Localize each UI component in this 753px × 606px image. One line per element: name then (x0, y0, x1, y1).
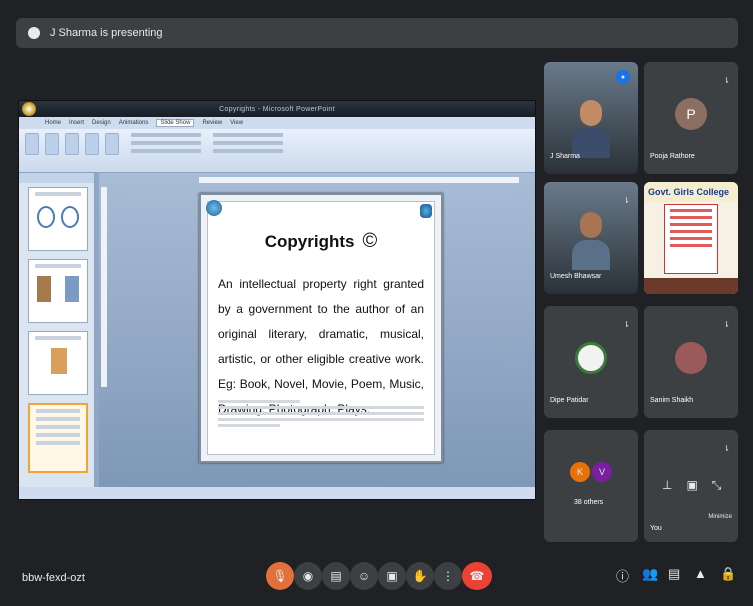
college-logo-icon (206, 200, 222, 216)
mic-muted-icon: ⇂ (723, 76, 730, 85)
current-slide: Copyrights © An intellectual property rig… (199, 193, 443, 463)
ppt-tab: Insert (69, 120, 85, 126)
mic-muted-icon: ⇂ (623, 196, 630, 205)
slide-thumbnail-selected (28, 403, 88, 473)
captions-icon: ▤ (330, 569, 342, 583)
horizontal-ruler (199, 177, 519, 183)
people-button[interactable]: 👥 (642, 566, 658, 582)
others-avatars: K V (570, 462, 612, 482)
emoji-button[interactable]: ☺ (350, 562, 378, 590)
participant-avatar (575, 342, 607, 374)
present-icon: ▣ (386, 569, 398, 583)
mic-muted-icon: ⇂ (723, 444, 730, 453)
participant-tile[interactable]: ● J Sharma (544, 62, 638, 174)
participant-poster: Govt. Girls College (644, 182, 738, 294)
camera-button[interactable]: ◉ (294, 562, 322, 590)
slide-thumbnail (28, 187, 88, 251)
ppt-tab: Animations (118, 120, 149, 126)
slide-thumbnail (28, 331, 88, 395)
present-button[interactable]: ▣ (378, 562, 406, 590)
participant-video (572, 100, 610, 158)
ppt-tab-active: Slide Show (156, 119, 195, 127)
slide-title: Copyrights © (264, 230, 378, 252)
slide-thumbnail (28, 259, 88, 323)
mic-icon: 🎙 (272, 569, 288, 583)
self-tile[interactable]: ⇂ ⊥ ▣ ⤡ Minimize You (644, 430, 738, 542)
shared-screen[interactable]: Copyrights - Microsoft PowerPoint Home I… (18, 100, 536, 500)
ppt-tab: Review (202, 120, 223, 126)
ribbon-button-icon (25, 133, 39, 155)
thumbnails-tabs (19, 173, 94, 183)
mic-muted-icon: ⇂ (723, 320, 730, 329)
more-options-button[interactable]: ⋮ (434, 562, 462, 590)
slide-thumbnails-pane (19, 173, 95, 487)
participant-tile[interactable]: ⇂ P Pooja Rathore (644, 62, 738, 174)
minimize-label: Minimize (708, 514, 732, 520)
hand-icon: ✋ (412, 569, 428, 583)
camera-icon: ◉ (302, 569, 314, 583)
ribbon-button-icon (65, 133, 79, 155)
speaking-indicator-icon: ● (616, 70, 630, 84)
ppt-window-title: Copyrights - Microsoft PowerPoint (219, 105, 335, 113)
slide-editor: Copyrights © An intellectual property rig… (99, 173, 535, 487)
participant-avatar: K (570, 462, 590, 482)
slide-footnote (218, 400, 424, 430)
presenter-avatar-icon (28, 27, 40, 39)
office-button-icon (22, 102, 36, 116)
participant-avatar (675, 342, 707, 374)
self-tile-actions: ⊥ ▣ ⤡ (662, 478, 721, 493)
others-tile[interactable]: K V 38 others (544, 430, 638, 542)
pin-icon[interactable]: ⊥ (662, 478, 672, 493)
participant-tile[interactable]: ⇂ Sanim Shaikh (644, 306, 738, 418)
meeting-code: bbw-fexd-ozt (22, 572, 85, 584)
participant-avatar: V (592, 462, 612, 482)
ppt-tab: Design (92, 120, 111, 126)
mic-button[interactable]: 🎙 (266, 562, 294, 590)
participant-tile[interactable]: ⇂ Umesh Bhawsar (544, 182, 638, 294)
frame-icon[interactable]: ▣ (686, 478, 697, 493)
ppt-ribbon-tabs: Home Insert Design Animations Slide Show… (19, 117, 535, 129)
info-button[interactable]: ⓘ (616, 566, 629, 585)
minimize-icon[interactable]: ⤡ (712, 478, 722, 493)
ribbon-button-icon (45, 133, 59, 155)
presenting-text: J Sharma is presenting (50, 27, 163, 39)
mic-muted-icon: ⇂ (623, 320, 630, 329)
others-count: 38 others (574, 499, 604, 506)
participant-tile[interactable]: ⇂ Dipe Patidar (544, 306, 638, 418)
participant-name: Pooja Rathore (650, 153, 695, 160)
university-logo-icon (420, 204, 432, 218)
ribbon-button-icon (105, 133, 119, 155)
ribbon-options (213, 133, 283, 168)
copyright-symbol: © (362, 230, 378, 252)
participant-name: Dipe Patidar (550, 397, 589, 404)
raise-hand-button[interactable]: ✋ (406, 562, 434, 590)
participant-avatar: P (675, 98, 707, 130)
end-call-button[interactable]: ☎ (462, 562, 492, 590)
ppt-tab: Home (45, 120, 62, 126)
poster-header: Govt. Girls College (644, 182, 738, 202)
captions-button[interactable]: ▤ (322, 562, 350, 590)
ribbon-button-icon (85, 133, 99, 155)
vertical-ruler (101, 187, 107, 387)
presenting-banner: J Sharma is presenting (16, 18, 738, 48)
emoji-icon: ☺ (357, 569, 371, 583)
ribbon-options (131, 133, 201, 168)
ppt-workspace: Copyrights © An intellectual property rig… (19, 173, 535, 487)
participant-tile[interactable]: Govt. Girls College (644, 182, 738, 294)
participant-name: Umesh Bhawsar (550, 273, 602, 280)
self-name: You (650, 525, 662, 532)
host-controls-button[interactable]: 🔒 (720, 566, 736, 582)
more-vert-icon: ⋮ (442, 569, 454, 583)
participant-video (572, 212, 610, 270)
ppt-status-bar (19, 487, 535, 499)
participant-name: Sanim Shaikh (650, 397, 694, 404)
participant-name: J Sharma (550, 153, 580, 160)
activities-button[interactable]: ▲ (694, 566, 707, 581)
chat-button[interactable]: ▤ (668, 566, 680, 582)
ppt-title-bar: Copyrights - Microsoft PowerPoint (19, 101, 535, 117)
ppt-tab: View (230, 120, 244, 126)
phone-end-icon: ☎ (469, 569, 485, 583)
ppt-ribbon (19, 129, 535, 173)
